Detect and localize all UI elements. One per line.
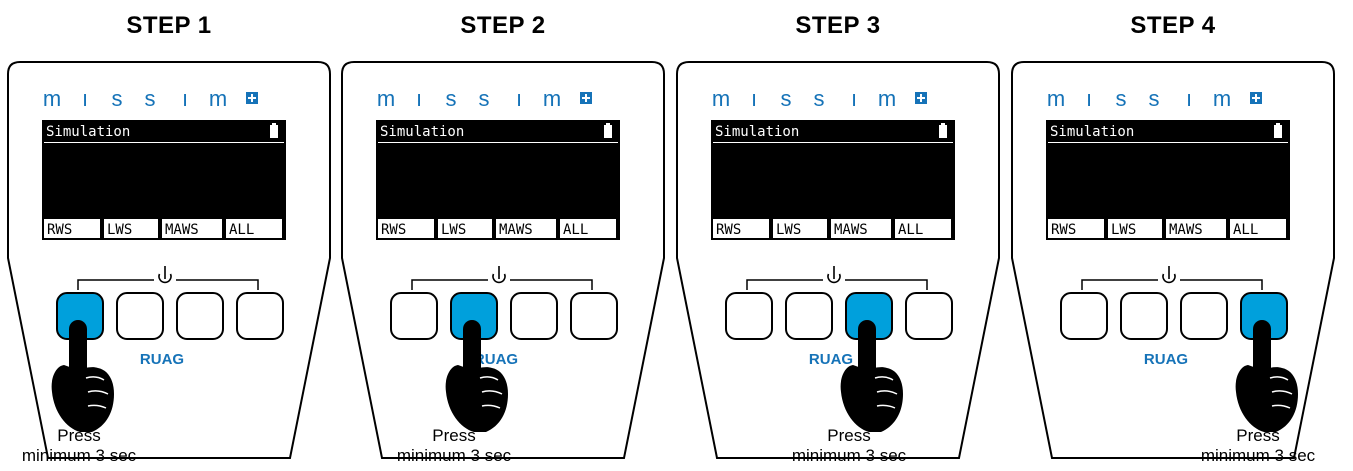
softkey-label: LWS bbox=[1111, 222, 1136, 238]
plus-box-icon bbox=[580, 92, 592, 104]
caption-line-1: Press bbox=[432, 426, 476, 445]
step-panel-3: STEP 3 m ı s s ı m Simulation RWS LWS MAWS ALL RUAG P… bbox=[669, 0, 1007, 471]
step-panel-2: STEP 2 m ı s s ı m Simulation RWS LWS MAWS ALL RUAG P… bbox=[334, 0, 672, 471]
brand-letter: m bbox=[878, 86, 896, 111]
caption-line-2: minimum 3 sec bbox=[396, 446, 512, 465]
ruag-logo: RUAG bbox=[1144, 351, 1188, 368]
device-button-2[interactable] bbox=[785, 292, 833, 340]
brand-letter: m bbox=[43, 86, 61, 111]
softkey-label: MAWS bbox=[165, 222, 199, 238]
brand-letter: ı bbox=[516, 86, 522, 111]
brand-letter: s bbox=[1116, 86, 1127, 111]
softkey-label: MAWS bbox=[1169, 222, 1203, 238]
brand-letter: m bbox=[209, 86, 227, 111]
press-caption: Press minimum 3 sec bbox=[1169, 426, 1347, 466]
softkey-label: ALL bbox=[563, 222, 588, 238]
device-illustration: m ı s s ı mSimulationRWS LWS MAWS ALLRUAG bbox=[676, 61, 1000, 459]
device-button-2[interactable] bbox=[1120, 292, 1168, 340]
softkey-label: MAWS bbox=[499, 222, 533, 238]
brand-letter: m bbox=[377, 86, 395, 111]
step-panel-1: STEP 1 m ı s s ı m Simulation RWS LWS MAWS ALL RUAG P… bbox=[0, 0, 338, 471]
brand-letter: s bbox=[814, 86, 825, 111]
brand-letter: s bbox=[781, 86, 792, 111]
softkey-label: LWS bbox=[441, 222, 466, 238]
brand-letter: ı bbox=[182, 86, 188, 111]
caption-line-1: Press bbox=[1236, 426, 1280, 445]
screen-title: Simulation bbox=[380, 124, 464, 140]
brand-letter: ı bbox=[1186, 86, 1192, 111]
device-button-1[interactable] bbox=[390, 292, 438, 340]
brand-letter: ı bbox=[851, 86, 857, 111]
softkey-label: LWS bbox=[107, 222, 132, 238]
device-button-4[interactable] bbox=[570, 292, 618, 340]
device-button-4[interactable] bbox=[236, 292, 284, 340]
device-button-1[interactable] bbox=[725, 292, 773, 340]
softkey-label: ALL bbox=[1233, 222, 1258, 238]
softkey-label: RWS bbox=[1051, 222, 1076, 238]
brand-letter: m bbox=[1213, 86, 1231, 111]
brand-letter: s bbox=[446, 86, 457, 111]
softkey-label: RWS bbox=[381, 222, 406, 238]
step-title: STEP 3 bbox=[795, 12, 881, 39]
brand-letter: m bbox=[712, 86, 730, 111]
step-title: STEP 4 bbox=[1130, 12, 1216, 39]
device-illustration: m ı s s ı mSimulationRWS LWS MAWS ALLRUAG bbox=[1011, 61, 1335, 459]
brand-letter: ı bbox=[1086, 86, 1092, 111]
device-illustration: m ı s s ı mSimulationRWS LWS MAWS ALLRUAG bbox=[7, 61, 331, 459]
press-caption: Press minimum 3 sec bbox=[4, 426, 154, 466]
softkey-label: RWS bbox=[47, 222, 72, 238]
plus-box-icon bbox=[915, 92, 927, 104]
softkey-label: ALL bbox=[898, 222, 923, 238]
softkey-label: ALL bbox=[229, 222, 254, 238]
device-button-1[interactable] bbox=[1060, 292, 1108, 340]
caption-line-1: Press bbox=[57, 426, 101, 445]
plus-box-icon bbox=[246, 92, 258, 104]
brand-letter: ı bbox=[416, 86, 422, 111]
caption-line-2: minimum 3 sec bbox=[21, 446, 137, 465]
device-button-3[interactable] bbox=[176, 292, 224, 340]
battery-icon bbox=[604, 123, 612, 138]
step-panel-4: STEP 4 m ı s s ı m Simulation RWS LWS MAWS ALL RUAG P… bbox=[1004, 0, 1342, 471]
battery-icon bbox=[939, 123, 947, 138]
brand-letter: s bbox=[1149, 86, 1160, 111]
device-button-3[interactable] bbox=[510, 292, 558, 340]
battery-icon bbox=[270, 123, 278, 138]
softkey-label: MAWS bbox=[834, 222, 868, 238]
screen-title: Simulation bbox=[1050, 124, 1134, 140]
brand-letter: s bbox=[112, 86, 123, 111]
step-title: STEP 1 bbox=[126, 12, 212, 39]
ruag-logo: RUAG bbox=[140, 351, 184, 368]
screen-title: Simulation bbox=[715, 124, 799, 140]
device-button-3[interactable] bbox=[1180, 292, 1228, 340]
caption-line-1: Press bbox=[827, 426, 871, 445]
step-title: STEP 2 bbox=[460, 12, 546, 39]
brand-letter: m bbox=[1047, 86, 1065, 111]
brand-letter: m bbox=[543, 86, 561, 111]
brand-letter: ı bbox=[751, 86, 757, 111]
brand-letter: ı bbox=[82, 86, 88, 111]
brand-letter: s bbox=[145, 86, 156, 111]
battery-icon bbox=[1274, 123, 1282, 138]
press-caption: Press minimum 3 sec bbox=[774, 426, 924, 466]
brand-letter: s bbox=[479, 86, 490, 111]
caption-line-2: minimum 3 sec bbox=[791, 446, 907, 465]
softkey-label: LWS bbox=[776, 222, 801, 238]
plus-box-icon bbox=[1250, 92, 1262, 104]
device-illustration: m ı s s ı mSimulationRWS LWS MAWS ALLRUAG bbox=[341, 61, 665, 459]
device-button-2[interactable] bbox=[116, 292, 164, 340]
caption-line-2: minimum 3 sec bbox=[1200, 446, 1316, 465]
ruag-logo: RUAG bbox=[809, 351, 853, 368]
device-button-4[interactable] bbox=[905, 292, 953, 340]
softkey-label: RWS bbox=[716, 222, 741, 238]
screen-title: Simulation bbox=[46, 124, 130, 140]
press-caption: Press minimum 3 sec bbox=[379, 426, 529, 466]
